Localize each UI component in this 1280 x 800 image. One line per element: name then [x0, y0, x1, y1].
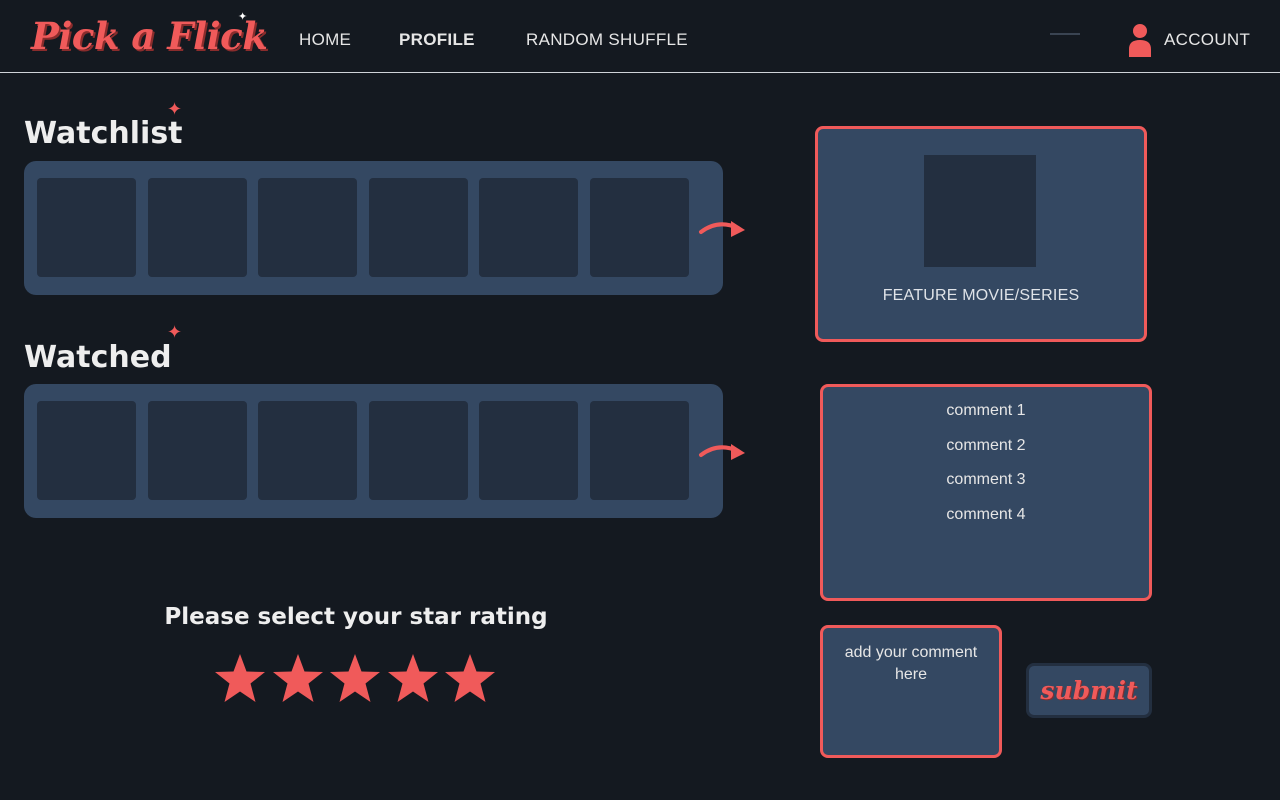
star-icon[interactable] — [443, 652, 497, 706]
watchlist-poster[interactable] — [148, 178, 247, 277]
comment-item: comment 3 — [946, 471, 1026, 488]
divider — [1050, 33, 1080, 35]
watched-poster[interactable] — [258, 401, 357, 500]
app-logo[interactable]: Pick a Flick — [31, 14, 268, 58]
nav-home[interactable]: HOME — [299, 30, 351, 50]
star-icon[interactable] — [213, 652, 267, 706]
watched-poster[interactable] — [590, 401, 689, 500]
sparkle-icon: ✦ — [238, 11, 248, 23]
arrow-right-icon[interactable] — [698, 439, 748, 465]
watchlist-poster[interactable] — [258, 178, 357, 277]
watchlist-title: Watchlist — [24, 116, 183, 151]
nav-profile[interactable]: PROFILE — [399, 30, 475, 50]
watched-poster[interactable] — [37, 401, 136, 500]
feature-label: FEATURE MOVIE/SERIES — [882, 287, 1080, 304]
comment-placeholder: add your comment here — [844, 644, 978, 683]
nav-random-shuffle[interactable]: RANDOM SHUFFLE — [526, 30, 688, 50]
watched-poster[interactable] — [148, 401, 247, 500]
feature-card[interactable]: FEATURE MOVIE/SERIES — [815, 126, 1147, 342]
account-label: ACCOUNT — [1164, 30, 1251, 49]
watchlist-poster[interactable] — [479, 178, 578, 277]
watched-shelf — [24, 384, 723, 518]
account-button[interactable]: ACCOUNT — [1128, 22, 1250, 58]
star-rating — [213, 652, 501, 706]
watched-poster[interactable] — [479, 401, 578, 500]
watchlist-poster[interactable] — [369, 178, 468, 277]
comment-item: comment 1 — [946, 402, 1026, 419]
feature-poster[interactable] — [924, 155, 1036, 267]
comment-item: comment 4 — [946, 506, 1026, 523]
arrow-right-icon[interactable] — [698, 216, 748, 242]
watched-title: Watched — [24, 340, 172, 375]
watched-poster[interactable] — [369, 401, 468, 500]
watchlist-shelf — [24, 161, 723, 295]
comment-item: comment 2 — [946, 437, 1026, 454]
comment-input[interactable]: add your comment here — [820, 625, 1002, 758]
star-icon[interactable] — [271, 652, 325, 706]
watchlist-poster[interactable] — [590, 178, 689, 277]
sparkle-icon: ✦ — [167, 99, 183, 119]
rating-prompt: Please select your star rating — [164, 604, 548, 630]
watchlist-poster[interactable] — [37, 178, 136, 277]
sparkle-icon: ✦ — [167, 322, 183, 342]
star-icon[interactable] — [386, 652, 440, 706]
top-nav-bar: Pick a Flick ✦ HOME PROFILE RANDOM SHUFF… — [0, 0, 1280, 73]
submit-label: submit — [1040, 676, 1138, 705]
comments-panel: comment 1 comment 2 comment 3 comment 4 — [820, 384, 1152, 601]
submit-button[interactable]: submit — [1026, 663, 1152, 718]
user-icon — [1129, 24, 1151, 57]
star-icon[interactable] — [328, 652, 382, 706]
